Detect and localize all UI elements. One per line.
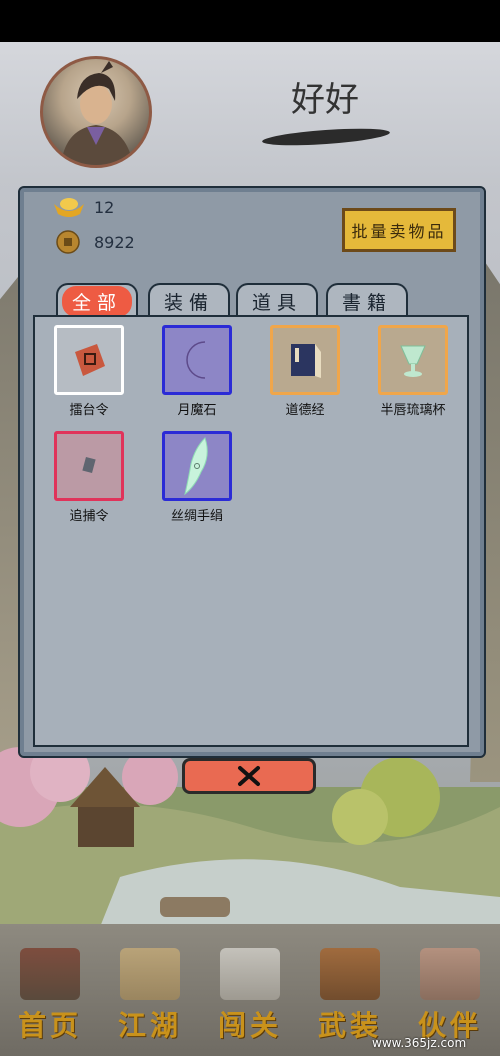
name-underline-stroke [261,125,391,149]
nav-challenge[interactable]: 闯关 [204,944,296,1044]
character-portrait-icon [61,61,133,165]
game-screen: 好好 12 8922 批量卖物品 全部 装備 道具 書籍 擂台令 月魔石 道德经… [0,42,500,1056]
item-slot-arrest-warrant[interactable]: 追捕令 [35,423,143,524]
tab-books[interactable]: 書籍 [326,283,408,317]
gold-ingot-icon [54,198,84,217]
ingot-count: 12 [94,198,115,217]
nav-label: 首页 [17,1009,82,1042]
nav-companions[interactable]: 伙伴 [404,944,496,1044]
crossed-swords-icon [220,948,280,1000]
item-slot-challenge-token[interactable]: 擂台令 [35,317,143,418]
glass-cup-icon [400,345,426,377]
book-icon [291,344,321,378]
tab-all[interactable]: 全部 [56,283,138,317]
item-slot-silk-handkerchief[interactable]: 丝绸手绢 [143,423,251,524]
item-frame [54,325,124,395]
tab-all-label: 全部 [61,285,132,317]
copper-coin-icon [56,230,80,254]
item-label: 月魔石 [177,403,217,418]
armor-icon [320,948,380,1000]
token-icon [75,344,105,376]
watermark-text: www.365jz.com [372,1036,467,1050]
companions-icon [420,948,480,1000]
item-slot-tao-te-ching[interactable]: 道德经 [251,317,359,418]
nav-label: 闯关 [217,1009,282,1042]
nav-home[interactable]: 首页 [4,944,96,1044]
item-frame [162,325,232,395]
item-label: 丝绸手绢 [170,509,223,524]
crescent-stone-icon [186,341,206,379]
nav-armory[interactable]: 武装 [304,944,396,1044]
item-label: 追捕令 [69,509,109,524]
item-frame [270,325,340,395]
batch-sell-button[interactable]: 批量卖物品 [342,208,456,252]
player-name: 好好 [291,80,359,120]
item-label: 擂台令 [69,403,109,418]
silk-handkerchief-icon [184,437,208,496]
item-frame [162,431,232,501]
inventory-panel: 12 8922 批量卖物品 全部 装備 道具 書籍 擂台令 月魔石 道德经 半唇… [18,186,486,758]
nav-label: 江湖 [117,1009,182,1042]
item-grid: 擂台令 月魔石 道德经 半唇琉璃杯 追捕令 丝绸手绢 [33,315,469,747]
house-icon [20,948,80,1000]
scroll-icon [120,948,180,1000]
item-frame [378,325,448,395]
profile-header: 好好 [0,42,500,178]
item-slot-moon-demon-stone[interactable]: 月魔石 [143,317,251,418]
tab-props[interactable]: 道具 [236,283,318,317]
tab-equipment[interactable]: 装備 [148,283,230,317]
item-label: 半唇琉璃杯 [380,403,446,418]
player-avatar[interactable] [40,56,152,168]
item-frame [54,431,124,501]
warrant-icon [82,456,96,474]
nav-jianghu[interactable]: 江湖 [104,944,196,1044]
close-button[interactable] [182,758,316,794]
close-icon [238,766,260,786]
item-label: 道德经 [285,403,325,418]
coin-count: 8922 [94,233,135,252]
item-slot-glass-cup[interactable]: 半唇琉璃杯 [359,317,467,418]
